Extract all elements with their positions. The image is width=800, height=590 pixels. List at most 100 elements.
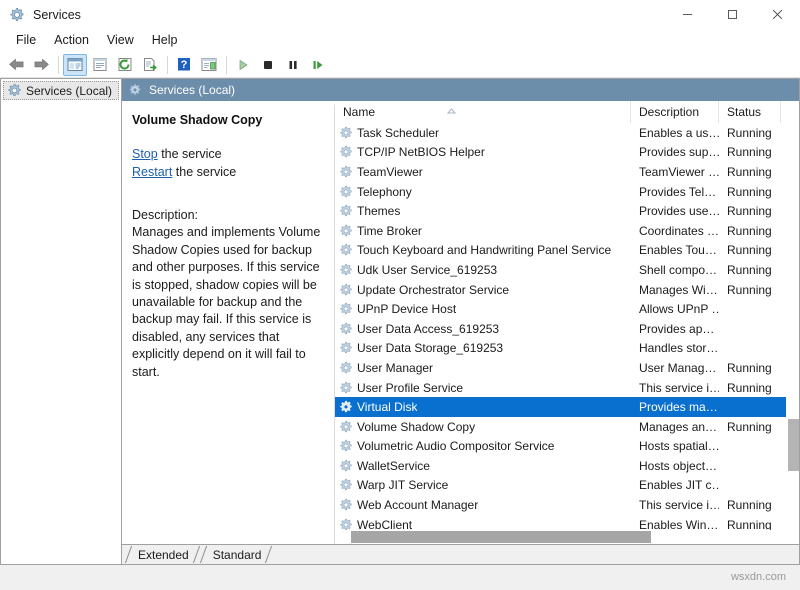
console-tree-pane: Services (Local) xyxy=(0,78,122,565)
cell-service-description: Manages Wi… xyxy=(631,283,719,297)
cell-service-name: User Profile Service xyxy=(335,381,631,395)
horizontal-scrollbar-thumb[interactable] xyxy=(351,531,651,543)
service-gear-icon xyxy=(339,400,353,414)
cell-service-description: Manages an… xyxy=(631,420,719,434)
column-header-name[interactable]: Name xyxy=(335,101,631,123)
cell-service-status: Running xyxy=(719,263,781,277)
table-row[interactable]: Time BrokerCoordinates …Running xyxy=(335,221,786,241)
help-icon[interactable]: ? xyxy=(172,54,196,76)
tab-standard[interactable]: Standard xyxy=(199,545,272,564)
sidebar-item-services-local[interactable]: Services (Local) xyxy=(3,81,119,100)
table-row[interactable]: TCP/IP NetBIOS HelperProvides sup…Runnin… xyxy=(335,143,786,163)
horizontal-scrollbar[interactable] xyxy=(335,530,786,544)
table-row[interactable]: User Data Storage_619253Handles stor… xyxy=(335,339,786,359)
close-icon[interactable] xyxy=(755,0,800,29)
service-gear-icon xyxy=(339,165,353,179)
forward-button[interactable] xyxy=(29,54,53,76)
properties-icon[interactable] xyxy=(88,54,112,76)
cell-service-description: This service i… xyxy=(631,498,719,512)
table-row[interactable]: Telephony Provides Tel…Running xyxy=(335,182,786,202)
tab-edge-left xyxy=(125,546,132,563)
vertical-scrollbar-thumb[interactable] xyxy=(788,419,799,471)
column-header-status[interactable]: Status xyxy=(719,101,781,123)
cell-service-name: Time Broker xyxy=(335,224,631,238)
pane-content: Volume Shadow Copy Stop the service Rest… xyxy=(122,101,799,544)
service-name-label: WebClient xyxy=(357,518,412,530)
table-row-selected[interactable]: Virtual DiskProvides ma… xyxy=(335,397,786,417)
table-row[interactable]: User Data Access_619253Provides ap… xyxy=(335,319,786,339)
table-row[interactable]: Update Orchestrator ServiceManages Wi…Ru… xyxy=(335,280,786,300)
cell-service-name: UPnP Device Host xyxy=(335,302,631,316)
cell-service-name: Volumetric Audio Compositor Service xyxy=(335,439,631,453)
service-gear-icon xyxy=(339,498,353,512)
service-gear-icon xyxy=(339,145,353,159)
menu-action[interactable]: Action xyxy=(45,31,98,50)
maximize-icon[interactable] xyxy=(710,0,755,29)
table-row[interactable]: TeamViewerTeamViewer …Running xyxy=(335,162,786,182)
cell-service-name: User Data Access_619253 xyxy=(335,322,631,336)
cell-service-name: Volume Shadow Copy xyxy=(335,420,631,434)
vertical-scrollbar[interactable] xyxy=(786,101,799,544)
cell-service-status: Running xyxy=(719,126,781,140)
pause-icon[interactable] xyxy=(281,54,305,76)
cell-service-name: Touch Keyboard and Handwriting Panel Ser… xyxy=(335,243,631,257)
menu-view[interactable]: View xyxy=(98,31,143,50)
table-row[interactable]: Volume Shadow CopyManages an…Running xyxy=(335,417,786,437)
cell-service-description: Provides Tel… xyxy=(631,185,719,199)
service-name-label: Udk User Service_619253 xyxy=(357,263,497,277)
cell-service-status: Running xyxy=(719,420,781,434)
restart-service-link[interactable]: Restart xyxy=(132,165,172,179)
service-name-label: Touch Keyboard and Handwriting Panel Ser… xyxy=(357,243,611,257)
table-row[interactable]: Touch Keyboard and Handwriting Panel Ser… xyxy=(335,241,786,261)
stop-service-link[interactable]: Stop xyxy=(132,147,158,161)
pane-header: Services (Local) xyxy=(122,79,799,101)
play-icon[interactable] xyxy=(231,54,255,76)
svg-text:?: ? xyxy=(181,59,188,71)
table-row[interactable]: UPnP Device HostAllows UPnP … xyxy=(335,299,786,319)
service-name-label: Task Scheduler xyxy=(357,126,439,140)
table-row[interactable]: WalletService Hosts object… xyxy=(335,456,786,476)
table-row[interactable]: Task SchedulerEnables a us…Running xyxy=(335,123,786,143)
cell-service-name: Udk User Service_619253 xyxy=(335,263,631,277)
restart-icon[interactable] xyxy=(306,54,330,76)
service-gear-icon xyxy=(339,459,353,473)
restart-service-rest: the service xyxy=(172,165,236,179)
table-row[interactable]: User Profile ServiceThis service i…Runni… xyxy=(335,378,786,398)
menu-help[interactable]: Help xyxy=(143,31,187,50)
menu-file[interactable]: File xyxy=(7,31,45,50)
refresh-icon[interactable] xyxy=(113,54,137,76)
service-name-label: Virtual Disk xyxy=(357,400,417,414)
export-list-icon[interactable] xyxy=(138,54,162,76)
action-pane-icon[interactable] xyxy=(197,54,221,76)
toolbar-separator-2 xyxy=(167,56,168,74)
service-name-label: UPnP Device Host xyxy=(357,302,456,316)
services-gear-icon xyxy=(9,7,25,23)
table-row[interactable]: User ManagerUser Manag…Running xyxy=(335,358,786,378)
title-bar: Services xyxy=(0,0,800,29)
toolbar-separator xyxy=(58,56,59,74)
column-header-description[interactable]: Description xyxy=(631,101,719,123)
service-gear-icon xyxy=(339,478,353,492)
service-gear-icon xyxy=(339,341,353,355)
back-button[interactable] xyxy=(4,54,28,76)
cell-service-status: Running xyxy=(719,224,781,238)
table-row[interactable]: Web Account ManagerThis service i…Runnin… xyxy=(335,495,786,515)
table-row[interactable]: ThemesProvides use…Running xyxy=(335,201,786,221)
table-row[interactable]: Volumetric Audio Compositor ServiceHosts… xyxy=(335,437,786,457)
cell-service-name: Web Account Manager xyxy=(335,498,631,512)
table-row[interactable]: Warp JIT ServiceEnables JIT c… xyxy=(335,476,786,496)
cell-service-status: Running xyxy=(719,185,781,199)
service-name-label: Telephony xyxy=(357,185,412,199)
service-name-label: WalletService xyxy=(357,459,430,473)
cell-service-description: Provides use… xyxy=(631,204,719,218)
tab-extended[interactable]: Extended xyxy=(124,545,199,564)
table-row[interactable]: WebClientEnables Win…Running xyxy=(335,515,786,530)
table-row[interactable]: Udk User Service_619253Shell compo…Runni… xyxy=(335,260,786,280)
minimize-icon[interactable] xyxy=(665,0,710,29)
stop-icon[interactable] xyxy=(256,54,280,76)
service-gear-icon xyxy=(339,224,353,238)
service-gear-icon xyxy=(339,243,353,257)
cell-service-description: Hosts object… xyxy=(631,459,719,473)
console-tree-icon[interactable] xyxy=(63,54,87,76)
service-gear-icon xyxy=(339,126,353,140)
